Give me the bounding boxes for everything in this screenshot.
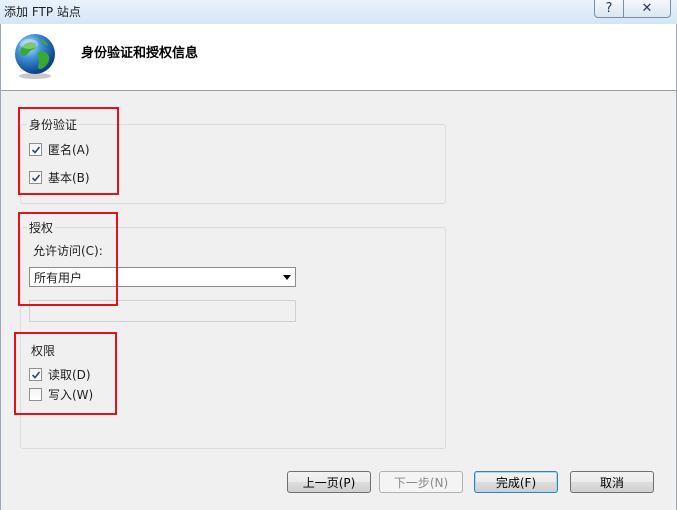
page-title: 身份验证和授权信息 — [81, 46, 199, 61]
cancel-button[interactable]: 取消 — [570, 471, 654, 493]
dialog-client-area: 身份验证和授权信息 身份验证 匿名(A) 基本(B) 授权 允许访问(C): 所… — [0, 24, 677, 510]
highlight-box-authentication — [18, 107, 119, 195]
highlight-box-permissions — [14, 332, 117, 415]
window-title: 添加 FTP 站点 — [4, 5, 81, 19]
globe-icon — [11, 32, 59, 80]
wizard-header: 身份验证和授权信息 — [1, 24, 676, 91]
help-button[interactable]: ? — [594, 0, 624, 18]
chevron-down-icon[interactable] — [279, 268, 295, 286]
window-controls: ? ✕ — [594, 0, 671, 18]
next-button[interactable]: 下一步(N) — [379, 471, 463, 493]
title-bar: 添加 FTP 站点 ? ✕ — [0, 0, 677, 24]
close-icon: ✕ — [641, 1, 653, 16]
highlight-box-authorization — [18, 212, 118, 306]
close-button[interactable]: ✕ — [624, 0, 671, 18]
help-icon: ? — [605, 1, 613, 16]
previous-button[interactable]: 上一页(P) — [287, 471, 371, 493]
finish-button[interactable]: 完成(F) — [474, 471, 558, 493]
